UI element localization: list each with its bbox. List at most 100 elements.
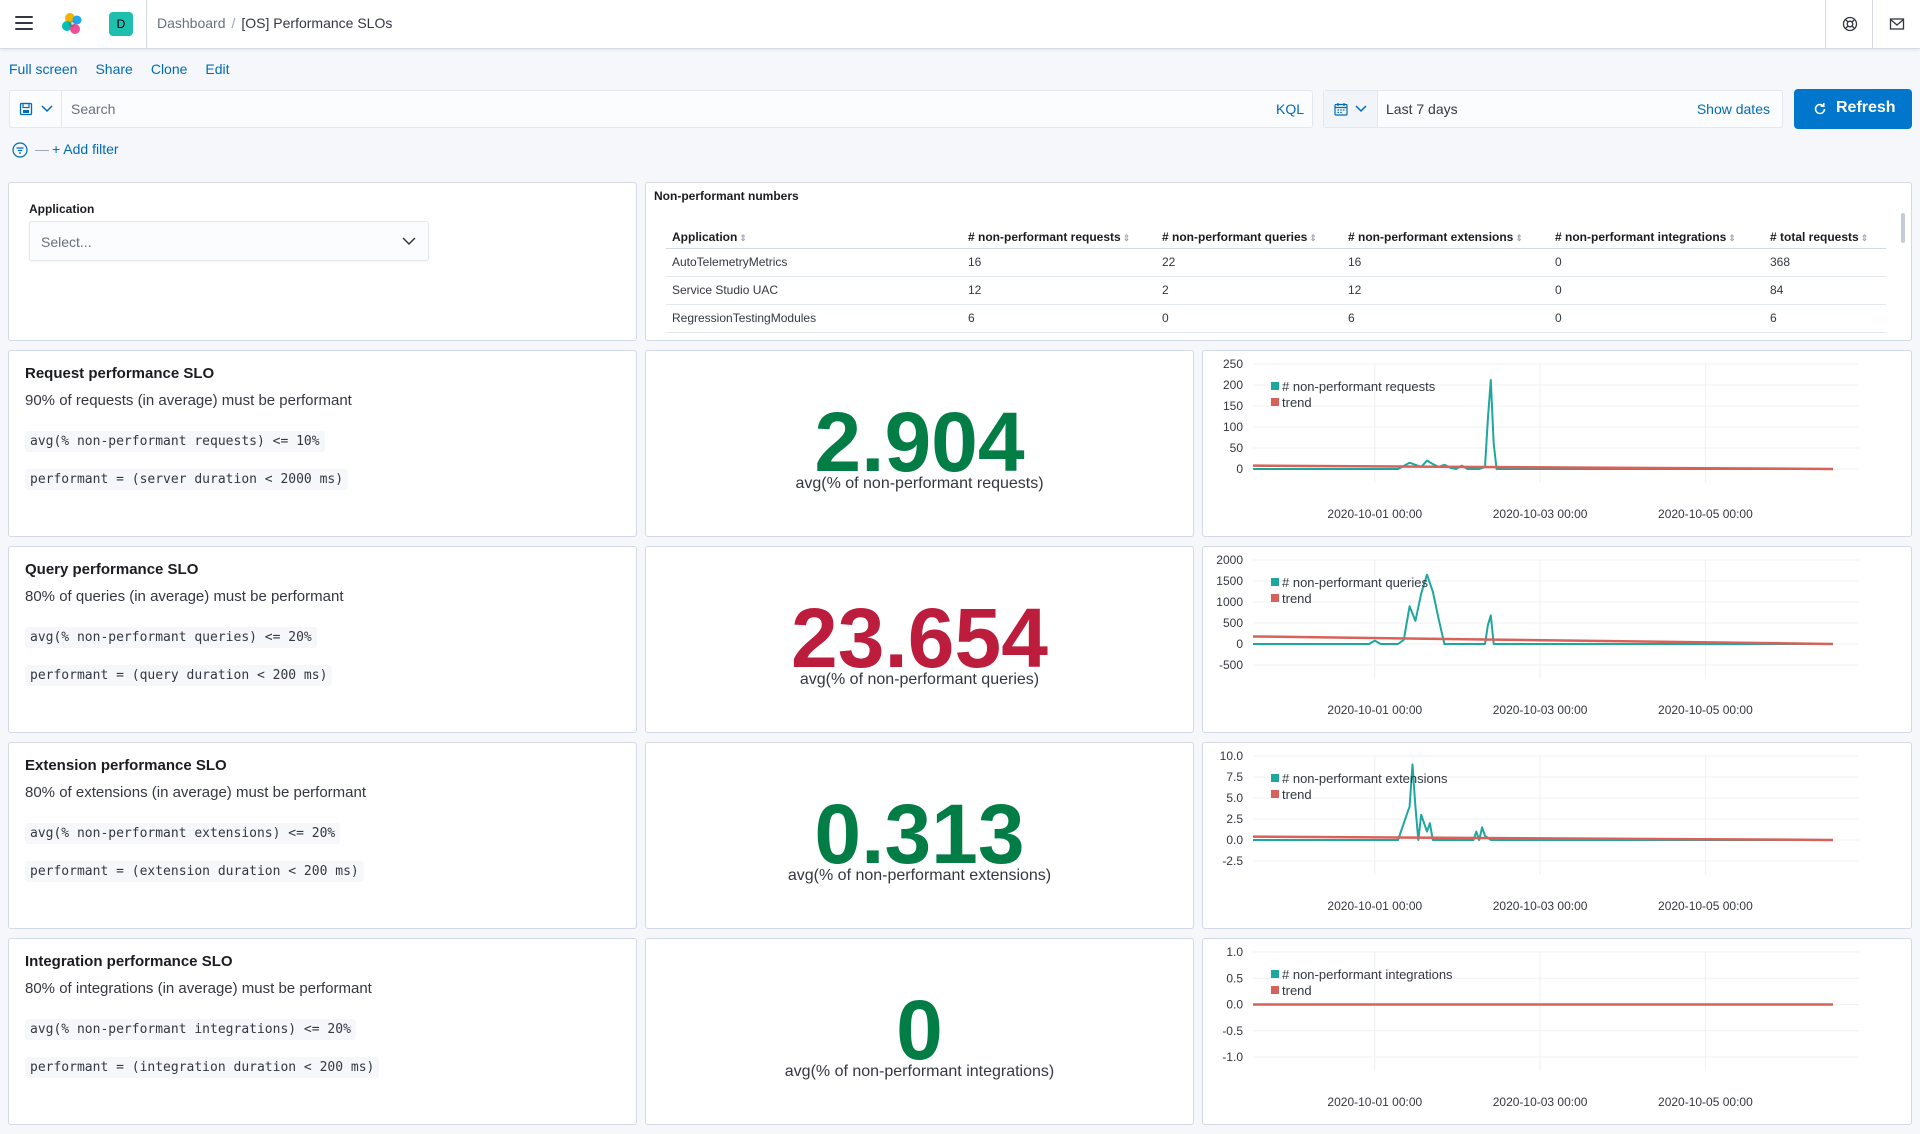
elastic-logo-icon[interactable]	[60, 12, 84, 36]
table-cell: 0	[1549, 248, 1764, 277]
kql-toggle-button[interactable]: KQL	[1276, 101, 1304, 117]
x-tick-label: 2020-10-03 00:00	[1493, 1095, 1588, 1109]
x-tick-label: 2020-10-03 00:00	[1493, 703, 1588, 717]
y-tick-label: 10.0	[1220, 749, 1244, 763]
legend-swatch	[1271, 790, 1279, 798]
legend-label[interactable]: # non-performant queries	[1282, 575, 1428, 590]
y-tick-label: 0	[1236, 462, 1243, 476]
column-header[interactable]: # non-performant requests ⇕	[962, 226, 1156, 249]
x-tick-label: 2020-10-05 00:00	[1658, 899, 1753, 913]
query-bar: Search KQL	[9, 90, 1313, 128]
y-tick-label: 0.0	[1226, 998, 1243, 1012]
legend-label[interactable]: # non-performant extensions	[1282, 771, 1448, 786]
legend-label[interactable]: trend	[1282, 983, 1312, 998]
column-header[interactable]: # non-performant extensions ⇕	[1342, 226, 1549, 249]
request-metric-panel: 2.904 avg(% of non-performant requests)	[645, 350, 1194, 537]
chevron-down-icon	[402, 237, 416, 246]
breadcrumb-separator: /	[231, 15, 236, 31]
breadcrumb-current: [OS] Performance SLOs	[241, 15, 393, 31]
integration-metric-panel: 0 avg(% of non-performant integrations)	[645, 938, 1194, 1125]
y-tick-label: 500	[1223, 616, 1243, 630]
extension-slo-panel: Extension performance SLO 80% of extensi…	[8, 742, 637, 929]
slo-definition-code: performant = (integration duration < 200…	[25, 1057, 380, 1078]
legend-label[interactable]: # non-performant integrations	[1282, 967, 1453, 982]
legend-swatch	[1271, 382, 1279, 390]
full-screen-link[interactable]: Full screen	[9, 61, 77, 77]
filter-divider: —	[35, 141, 49, 157]
legend-label[interactable]: trend	[1282, 395, 1312, 410]
breadcrumb-dashboard-link[interactable]: Dashboard	[157, 15, 226, 31]
newsfeed-button[interactable]	[1872, 0, 1920, 48]
menu-icon[interactable]	[15, 16, 33, 30]
y-tick-label: -500	[1219, 658, 1243, 672]
y-tick-label: 7.5	[1226, 770, 1243, 784]
y-tick-label: 50	[1230, 441, 1244, 455]
header-divider	[146, 0, 147, 48]
metric-value: 0	[896, 983, 943, 1077]
column-header[interactable]: # non-performant queries ⇕	[1156, 226, 1342, 249]
application-control-panel: Application Select...	[8, 182, 637, 341]
x-tick-label: 2020-10-05 00:00	[1658, 507, 1753, 521]
search-input[interactable]: Search	[71, 101, 115, 117]
saved-query-menu-button[interactable]	[10, 91, 62, 127]
x-tick-label: 2020-10-01 00:00	[1327, 703, 1422, 717]
query-slo-panel: Query performance SLO 80% of queries (in…	[8, 546, 637, 733]
query-metric-panel: 23.654 avg(% of non-performant queries)	[645, 546, 1194, 733]
query-chart-panel: 2000 1500 1000 500 0 -500 2020-10-01 00:00 2020…	[1202, 546, 1912, 733]
slo-description: 90% of requests (in average) must be per…	[25, 392, 352, 409]
slo-title: Request performance SLO	[25, 365, 215, 382]
extension-line-chart: 10.0 7.5 5.0 2.5 0.0 -2.5 2020-10-01 00:00 2020…	[1220, 749, 1859, 913]
dashboard-top-menu: Full screen Share Clone Edit	[9, 61, 248, 77]
x-tick-label: 2020-10-01 00:00	[1327, 507, 1422, 521]
edit-link[interactable]: Edit	[205, 61, 229, 77]
share-link[interactable]: Share	[95, 61, 132, 77]
clone-link[interactable]: Clone	[151, 61, 188, 77]
table-title: Non-performant numbers	[654, 189, 799, 203]
table-cell: 12	[1342, 276, 1549, 305]
non-performant-table-panel: Non-performant numbers Application ⇕ # no…	[645, 182, 1912, 341]
y-tick-label: -1.0	[1222, 1050, 1243, 1064]
query-line-chart: 2000 1500 1000 500 0 -500 2020-10-01 00:00 2020…	[1216, 553, 1859, 717]
integration-chart-panel: 1.0 0.5 0.0 -0.5 -1.0 2020-10-01 00:00 2020-10…	[1202, 938, 1912, 1125]
extension-metric-panel: 0.313 avg(% of non-performant extensions…	[645, 742, 1194, 929]
table-cell: 0	[1156, 304, 1342, 333]
x-tick-label: 2020-10-05 00:00	[1658, 1095, 1753, 1109]
legend-swatch	[1271, 986, 1279, 994]
table-scrollbar[interactable]	[1901, 213, 1905, 243]
application-select[interactable]: Select...	[29, 221, 429, 261]
table-cell: 6	[1342, 304, 1549, 333]
table-header-row: Application ⇕ # non-performant requests ⇕ …	[666, 226, 1886, 249]
column-header[interactable]: # total requests ⇕	[1764, 226, 1886, 249]
mail-icon	[1889, 18, 1905, 30]
metric-label: avg(% of non-performant requests)	[795, 475, 1044, 492]
request-line-chart: 250 200 150 100 50 0 2020-10-01 00:00 2020-10-0…	[1223, 357, 1859, 521]
slo-title: Query performance SLO	[25, 561, 199, 578]
date-range-display[interactable]: Last 7 days	[1386, 101, 1458, 117]
legend-label[interactable]: trend	[1282, 787, 1312, 802]
table-cell: 368	[1764, 248, 1886, 277]
filter-icon[interactable]	[12, 142, 28, 158]
add-filter-button[interactable]: + Add filter	[52, 141, 119, 157]
table-cell: 6	[1764, 304, 1886, 333]
date-picker: Last 7 days Show dates	[1323, 90, 1783, 128]
slo-description: 80% of queries (in average) must be perf…	[25, 588, 344, 605]
space-avatar[interactable]: D	[109, 12, 133, 36]
top-header: D Dashboard / [OS] Performance SLOs	[0, 0, 1920, 49]
show-dates-button[interactable]: Show dates	[1697, 101, 1770, 117]
slo-rule-code: avg(% non-performant requests) <= 10%	[25, 431, 325, 452]
column-header[interactable]: Application ⇕	[666, 226, 962, 249]
help-button[interactable]	[1825, 0, 1873, 48]
slo-title: Extension performance SLO	[25, 757, 227, 774]
column-header[interactable]: # non-performant integrations ⇕	[1549, 226, 1764, 249]
y-tick-label: 250	[1223, 357, 1243, 371]
legend-label[interactable]: trend	[1282, 591, 1312, 606]
legend-label[interactable]: # non-performant requests	[1282, 379, 1436, 394]
table-cell: Service Studio UAC	[666, 276, 962, 305]
chevron-down-icon	[1355, 105, 1367, 113]
slo-rule-code: avg(% non-performant extensions) <= 20%	[25, 823, 341, 844]
table-cell: 0	[1549, 276, 1764, 305]
table-cell: 12	[962, 276, 1156, 305]
legend-swatch	[1271, 970, 1279, 978]
quick-select-button[interactable]	[1324, 91, 1378, 127]
refresh-button[interactable]: Refresh	[1794, 89, 1912, 129]
